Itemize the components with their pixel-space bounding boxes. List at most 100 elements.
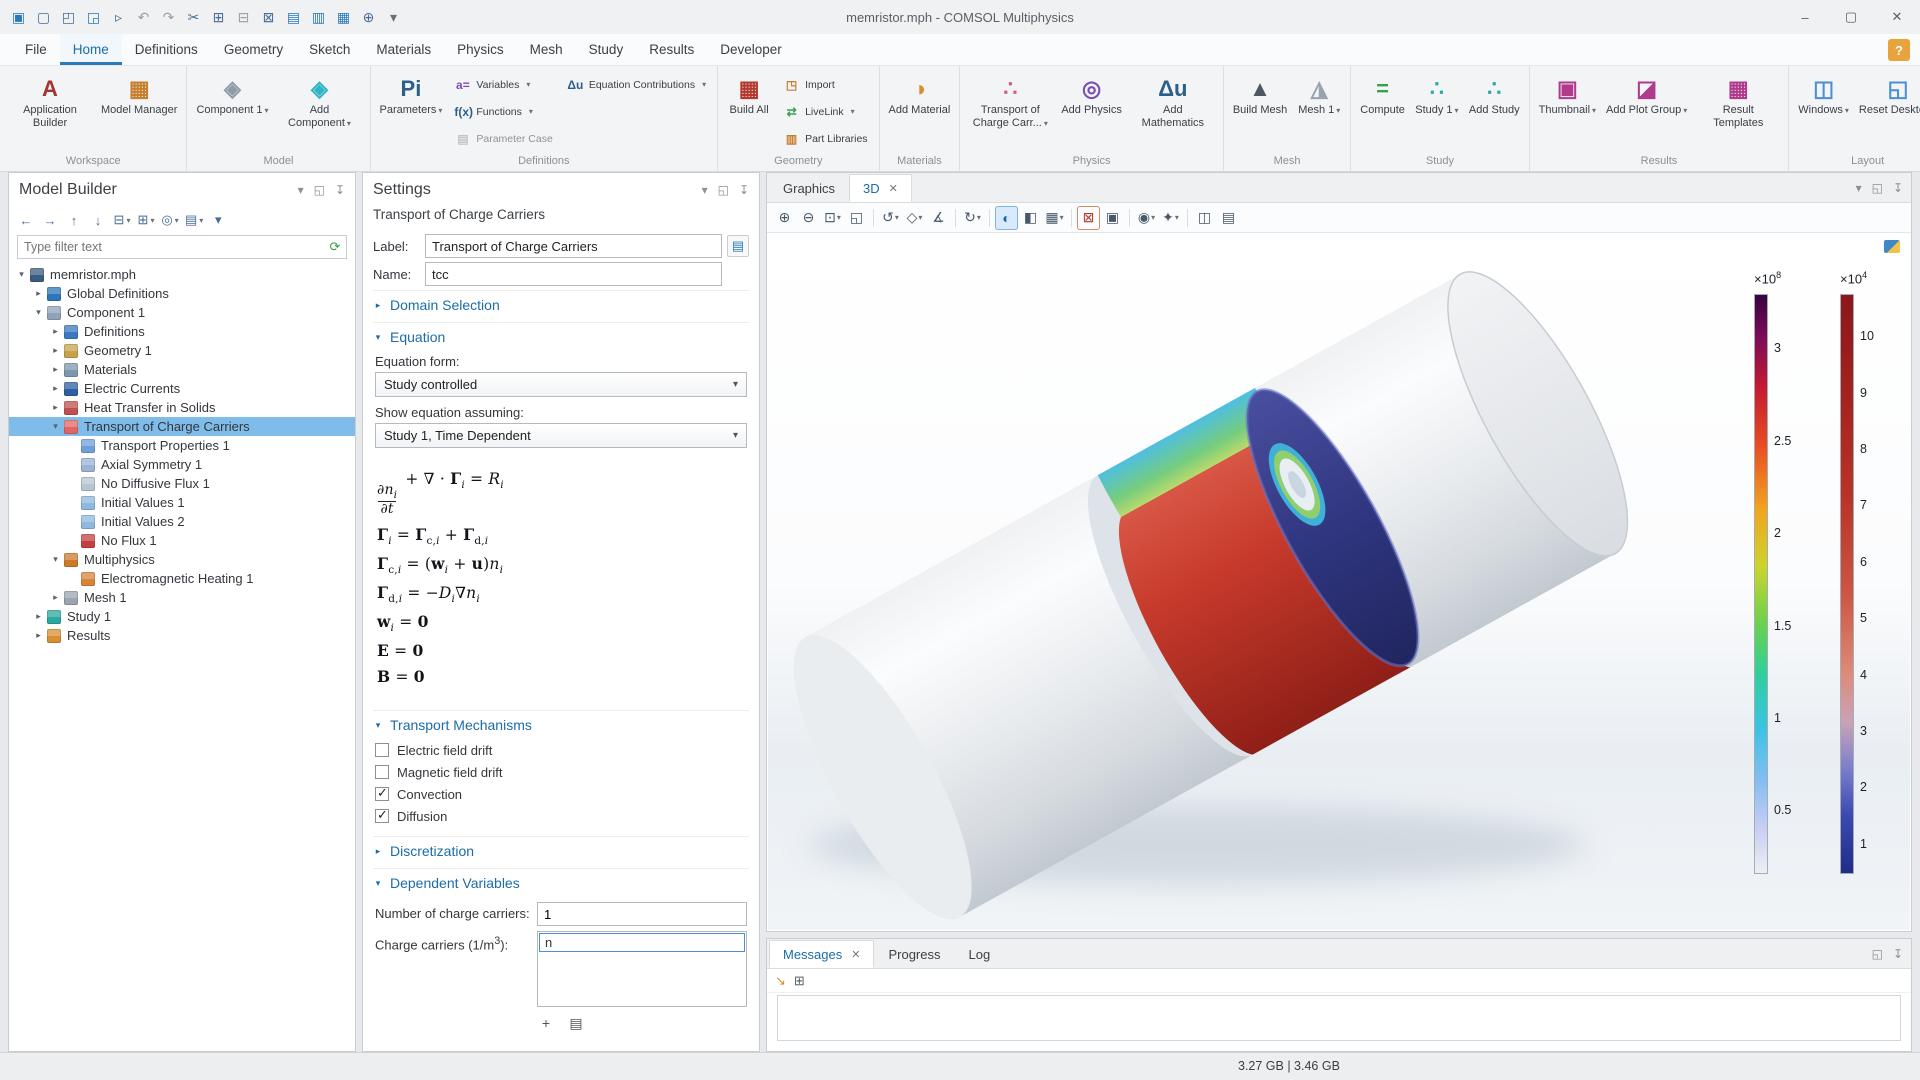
close-icon[interactable]: ✕	[889, 182, 898, 195]
tree-item-transport-of-charge-carriers[interactable]: ▾Transport of Charge Carriers	[9, 417, 355, 436]
add-plot-group-button[interactable]: ◪Add Plot Group▾	[1602, 69, 1691, 152]
panel-menu-icon[interactable]: ▾	[298, 183, 304, 197]
close-button[interactable]: ✕	[1874, 0, 1920, 34]
tree-item-multiphysics[interactable]: ▾Multiphysics	[9, 550, 355, 569]
checkbox[interactable]	[375, 743, 389, 757]
select-box-icon[interactable]: ⊠	[1077, 206, 1100, 230]
transport-of-charge-carriers-button[interactable]: ∴Transport of Charge Carr...▾	[965, 69, 1055, 152]
color-theme-icon[interactable]: ◉▾	[1135, 206, 1158, 230]
pin-panel-icon[interactable]: ↧	[739, 183, 749, 197]
variables-button[interactable]: a=Variables▾	[448, 71, 558, 98]
tree-item-mesh-1[interactable]: ▸Mesh 1	[9, 588, 355, 607]
add-physics-button[interactable]: ◎Add Physics	[1057, 69, 1126, 152]
parameters-button[interactable]: PiParameters▾	[376, 69, 447, 152]
section-transport-mechanisms[interactable]: ▾ Transport Mechanisms	[373, 710, 749, 739]
tree-collapse-icon[interactable]: ▾	[15, 269, 28, 280]
tree-expand-icon[interactable]: ▸	[32, 630, 45, 641]
tree-expand-icon[interactable]: ▸	[49, 383, 62, 394]
carriers-table-menu-button[interactable]: ▤	[567, 1015, 585, 1032]
tree-item-axial-symmetry-1[interactable]: Axial Symmetry 1	[9, 455, 355, 474]
menu-home[interactable]: Home	[60, 34, 122, 65]
menu-mesh[interactable]: Mesh	[517, 34, 576, 65]
num-carriers-input[interactable]	[537, 902, 747, 926]
cut-icon[interactable]: ✂	[181, 5, 206, 29]
float-panel-icon[interactable]: ◱	[718, 183, 729, 197]
zoom-box-icon[interactable]: ⊡▾	[821, 206, 844, 230]
part-libraries-button[interactable]: ▥Part Libraries	[777, 125, 873, 152]
tab-messages[interactable]: Messages✕	[769, 940, 874, 968]
select-pointer-icon[interactable]: ↘	[775, 973, 786, 989]
tree-item-heat-transfer-in-solids[interactable]: ▸Heat Transfer in Solids	[9, 398, 355, 417]
filter-input[interactable]	[18, 240, 324, 254]
section-equation[interactable]: ▾ Equation	[373, 322, 749, 351]
zoom-out-icon[interactable]: ⊖	[797, 206, 820, 230]
tree-item-electric-currents[interactable]: ▸Electric Currents	[9, 379, 355, 398]
customize-toolbar-icon[interactable]: ▾	[381, 5, 406, 29]
model-manager-button[interactable]: ▦Model Manager	[97, 69, 181, 152]
expand-all-icon[interactable]: ⊞▾	[137, 210, 155, 230]
import-button[interactable]: ◳Import	[777, 71, 873, 98]
maximize-button[interactable]: ▢	[1828, 0, 1874, 34]
tree-expand-icon[interactable]: ▸	[49, 592, 62, 603]
zoom-extents-icon[interactable]: ⊕	[356, 5, 381, 29]
build-mesh-button[interactable]: ▲Build Mesh	[1229, 69, 1291, 152]
move-up-icon[interactable]: ↑	[65, 210, 83, 230]
tree-expand-icon[interactable]: ▸	[32, 611, 45, 622]
open-file-icon[interactable]: ◰	[56, 5, 81, 29]
reset-desktop-button[interactable]: ◱Reset Desktop▾	[1855, 69, 1920, 152]
section-discretization[interactable]: ▸ Discretization	[373, 836, 749, 865]
windows-button[interactable]: ◫Windows▾	[1794, 69, 1853, 152]
toolbar-menu-icon[interactable]: ▾	[209, 210, 227, 230]
tree-item-memristor-mph[interactable]: ▾memristor.mph	[9, 265, 355, 284]
save-icon[interactable]: ◲	[81, 5, 106, 29]
undo-icon[interactable]: ↶	[131, 5, 156, 29]
copy-icon[interactable]: ⊞	[206, 5, 231, 29]
tree-collapse-icon[interactable]: ▾	[32, 307, 45, 318]
copy-text-icon[interactable]: ⊞	[794, 973, 805, 989]
forward-icon[interactable]: →	[41, 210, 59, 230]
scene-light-icon[interactable]: ◐	[995, 206, 1018, 230]
3d-scene[interactable]: ×10832.521.510.5×10410987654321	[768, 234, 1910, 930]
add-material-button[interactable]: ◑Add Material	[885, 69, 955, 152]
functions-button[interactable]: f(x)Functions▾	[448, 98, 558, 125]
close-icon[interactable]: ✕	[851, 948, 860, 961]
environment-reflections-icon[interactable]: ✦▾	[1159, 206, 1182, 230]
tab-progress[interactable]: Progress	[874, 940, 954, 968]
pin-panel-icon[interactable]: ↧	[335, 183, 345, 197]
tree-collapse-icon[interactable]: ▾	[49, 421, 62, 432]
transparency-icon[interactable]: ◧	[1019, 206, 1042, 230]
panel-menu-icon[interactable]: ▾	[1856, 181, 1862, 195]
node-text-icon[interactable]: ▤▾	[185, 210, 203, 230]
image-snapshot-icon[interactable]: ◫	[1193, 206, 1216, 230]
compute-button[interactable]: =Compute	[1356, 69, 1409, 152]
tab-graphics[interactable]: Graphics	[769, 174, 849, 202]
tab-3d[interactable]: 3D✕	[849, 174, 912, 202]
new-file-icon[interactable]: ▢	[31, 5, 56, 29]
graphics-window-icon[interactable]: ▦	[331, 5, 356, 29]
tree-item-no-diffusive-flux-1[interactable]: No Diffusive Flux 1	[9, 474, 355, 493]
tree-expand-icon[interactable]: ▸	[49, 345, 62, 356]
zoom-in-icon[interactable]: ⊕	[773, 206, 796, 230]
tree-item-initial-values-2[interactable]: Initial Values 2	[9, 512, 355, 531]
equation-form-dropdown[interactable]: Study controlled	[375, 372, 747, 397]
application-builder-button[interactable]: AApplication Builder	[5, 69, 95, 152]
tree-item-transport-properties-1[interactable]: Transport Properties 1	[9, 436, 355, 455]
menu-sketch[interactable]: Sketch	[296, 34, 363, 65]
menu-geometry[interactable]: Geometry	[211, 34, 296, 65]
equation-contributions-button[interactable]: ΔuEquation Contributions▾	[561, 71, 712, 98]
parameter-case-button[interactable]: ▤Parameter Case	[448, 125, 558, 152]
print-icon[interactable]: ▤	[1217, 206, 1240, 230]
study-1-button[interactable]: ∴Study 1▾	[1411, 69, 1463, 152]
tree-item-definitions[interactable]: ▸Definitions	[9, 322, 355, 341]
tree-item-electromagnetic-heating-1[interactable]: Electromagnetic Heating 1	[9, 569, 355, 588]
comsol-logo-icon[interactable]: ▣	[6, 5, 31, 29]
add-carrier-button[interactable]: +	[537, 1015, 555, 1032]
show-options-icon[interactable]: ◎▾	[161, 210, 179, 230]
tree-collapse-icon[interactable]: ▾	[49, 554, 62, 565]
add-component-button[interactable]: ◈Add Component▾	[275, 69, 365, 152]
wireframe-rendering-icon[interactable]: ▦▾	[1043, 206, 1066, 230]
livelink-button[interactable]: ⇄LiveLink▾	[777, 98, 873, 125]
refresh-icon[interactable]: ⟳	[324, 239, 346, 255]
lock-view-icon[interactable]: ▣	[1101, 206, 1124, 230]
menu-materials[interactable]: Materials	[363, 34, 444, 65]
